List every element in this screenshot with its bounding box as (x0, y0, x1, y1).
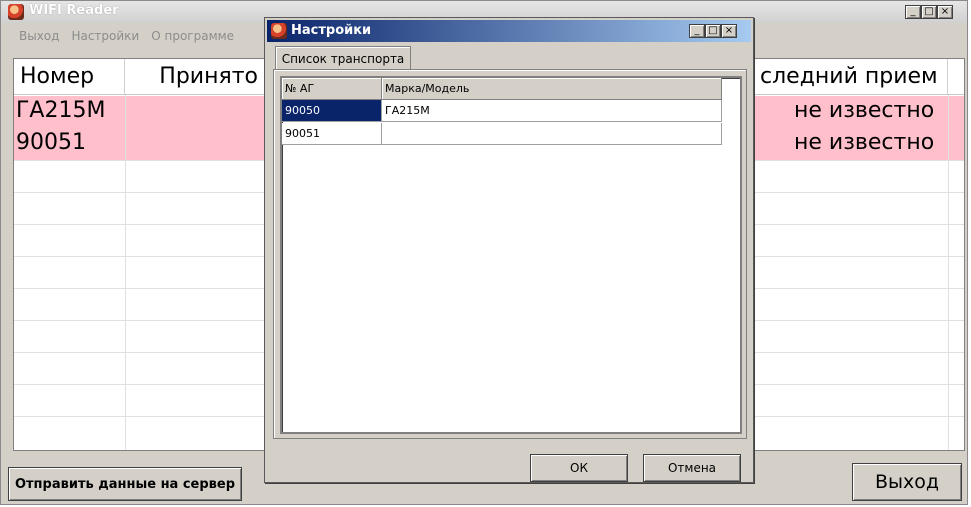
cell-model[interactable]: ГА215М (382, 100, 722, 122)
column-header-id[interactable]: № АГ (282, 78, 382, 100)
tab-panel: № АГ Марка/Модель 90050 ГА215М 90051 (273, 69, 747, 439)
helmet-icon (8, 4, 24, 20)
cell-id-selected[interactable]: 90050 (282, 100, 382, 122)
row-number: ГА215М (16, 98, 106, 123)
vehicle-list-grid[interactable]: № АГ Марка/Модель 90050 ГА215М 90051 (280, 76, 742, 434)
settings-dialog: Настройки _ □ × Список транспорта № АГ М… (264, 17, 754, 483)
window-title: WIFI Reader (29, 3, 119, 18)
column-header-end (948, 59, 964, 95)
close-icon[interactable]: × (721, 24, 737, 38)
menu-item-about[interactable]: О программе (151, 29, 234, 43)
menu-item-exit[interactable]: Выход (19, 29, 59, 43)
grid-column-line (125, 95, 126, 450)
column-header-model[interactable]: Марка/Модель (382, 78, 722, 100)
ok-button[interactable]: ОК (530, 454, 628, 482)
cell-model[interactable] (382, 123, 722, 145)
minimize-icon[interactable]: _ (905, 5, 921, 19)
maximize-icon[interactable]: □ (705, 24, 721, 38)
cancel-button[interactable]: Отмена (643, 454, 741, 482)
helmet-icon (271, 23, 287, 39)
send-to-server-button[interactable]: Отправить данные на сервер (8, 467, 242, 501)
menu-item-settings[interactable]: Настройки (71, 29, 139, 43)
row-number: 90051 (16, 130, 86, 155)
cell-id[interactable]: 90051 (282, 123, 382, 145)
row-last-received: не известно (794, 98, 935, 123)
dialog-titlebar[interactable]: Настройки _ □ × (267, 20, 751, 42)
menu-bar: Выход Настройки О программе (1, 23, 261, 49)
dialog-window-controls: _ □ × (689, 24, 737, 38)
grid-column-line (948, 95, 949, 450)
window-controls: _ □ × (905, 5, 953, 19)
close-icon[interactable]: × (937, 5, 953, 19)
column-header-number[interactable]: Номер (14, 59, 125, 95)
minimize-icon[interactable]: _ (689, 24, 705, 38)
tab-vehicle-list[interactable]: Список транспорта (275, 46, 411, 70)
exit-button[interactable]: Выход (852, 463, 962, 501)
column-header-last-received[interactable]: следний прием (754, 59, 948, 95)
row-last-received: не известно (794, 130, 935, 155)
maximize-icon[interactable]: □ (921, 5, 937, 19)
column-header-received[interactable]: Принято (125, 59, 265, 95)
dialog-title: Настройки (291, 23, 372, 38)
